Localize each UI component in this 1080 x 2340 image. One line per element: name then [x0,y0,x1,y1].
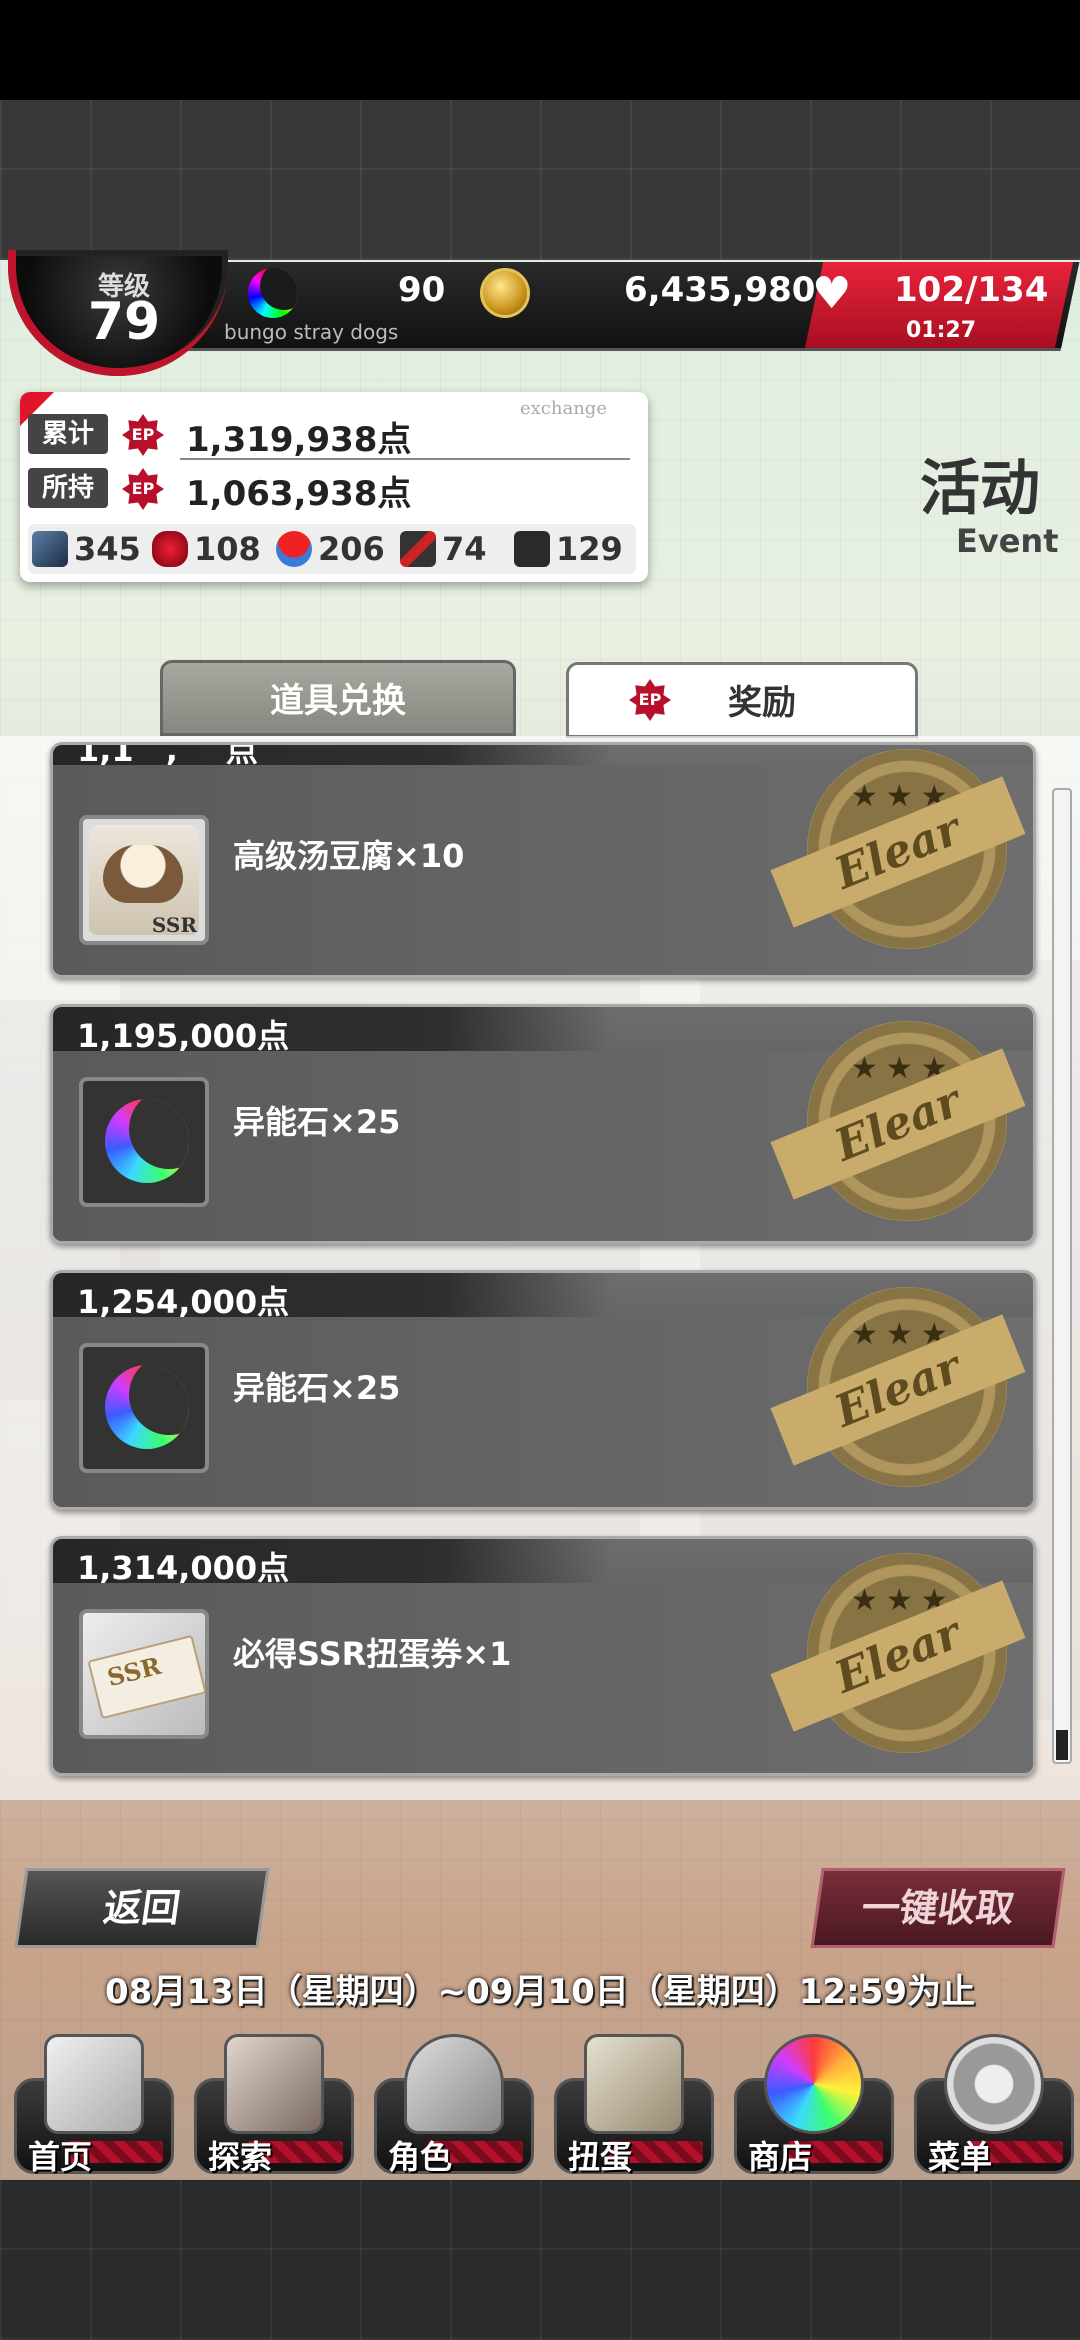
reward-row: 1,254,000点 异能石×25 ★★★ Elear [50,1270,1036,1510]
level-value: 79 [87,292,161,352]
nav-shop[interactable]: 商店 [734,2034,894,2176]
red-gem-icon [152,531,188,567]
explore-icon [224,2034,324,2134]
inventory-row: 345 108 206 74 129 [28,524,636,574]
clear-stamp: ★★★ Elear [770,1021,1026,1221]
nav-label: 商店 [748,2138,813,2176]
clear-stamp: ★★★ Elear [770,1287,1026,1487]
nav-label: 角色 [388,2138,453,2176]
nav-gacha[interactable]: 扭蛋 [554,2034,714,2176]
shirt-icon [514,531,550,567]
gem-icon [248,268,298,318]
inventory-item: 345 [32,524,141,574]
nav-characters[interactable]: 角色 [374,2034,534,2176]
event-period: 08月13日（星期四）~09月10日（星期四）12:59为止 [105,1972,975,2012]
exchange-caption: exchange [520,398,607,419]
clear-stamp: ★★★ Elear [770,1553,1026,1753]
coin-icon [480,268,530,318]
total-points-label: 累计 [28,414,108,454]
tab-rewards[interactable]: EP 奖励 [566,662,918,738]
inventory-item: 108 [152,524,261,574]
reward-name: 必得SSR扭蛋券×1 [233,1635,512,1673]
gacha-icon [584,2034,684,2134]
moon-stone-icon [105,1099,189,1183]
reward-icon-frame[interactable] [79,1077,209,1207]
held-points-label: 所持 [28,468,108,508]
coin-count: 6,435,980 [624,270,816,310]
nav-home[interactable]: 首页 [14,2034,174,2176]
reward-row: 1,1__,___点 SSR 高级汤豆腐×10 ★★★ Elear [50,742,1036,978]
rarity-tag: SSR [151,913,197,937]
mushroom-icon [276,531,312,567]
stamina-value: 102/134 [894,270,1049,310]
nav-menu[interactable]: 菜单 [914,2034,1074,2176]
characters-icon [404,2034,504,2134]
inventory-item: 74 [400,524,487,574]
game-subtitle: bungo stray dogs [224,320,399,344]
reward-name: 异能石×25 [233,1103,401,1141]
tab-rewards-label: 奖励 [728,683,796,723]
divider [180,458,630,460]
event-title: 活动 [920,454,1040,524]
nav-label: 探索 [208,2138,273,2176]
back-button[interactable]: 返回 [14,1868,270,1948]
bottom-banner-grid [0,2180,1080,2340]
reward-row: 1,314,000点 SSR 必得SSR扭蛋券×1 ★★★ Elear [50,1536,1036,1776]
scrollbar-thumb[interactable] [1056,1730,1068,1760]
reward-name: 异能石×25 [233,1369,401,1407]
clear-stamp: ★★★ Elear [770,749,1026,949]
tab-item-exchange[interactable]: 道具兑换 [160,660,516,736]
event-subtitle: Event [956,522,1059,560]
nav-label: 菜单 [928,2138,993,2176]
total-points-value: 1,319,938点 [186,420,412,460]
reward-icon-frame[interactable] [79,1343,209,1473]
shop-icon [764,2034,864,2134]
gem-count: 90 [398,270,446,310]
reward-name: 高级汤豆腐×10 [233,837,465,875]
reward-icon-frame[interactable]: SSR [79,1609,209,1739]
menu-icon [944,2034,1044,2134]
held-points-value: 1,063,938点 [186,474,412,514]
heart-icon: ♥ [812,268,852,319]
nav-label: 扭蛋 [568,2138,633,2176]
inventory-item: 206 [276,524,385,574]
moon-stone-icon [105,1365,189,1449]
reward-icon-frame[interactable]: SSR [79,815,209,945]
nav-explore[interactable]: 探索 [194,2034,354,2176]
ep-icon: EP [629,679,671,721]
collect-all-button[interactable]: 一键收取 [810,1868,1066,1948]
nav-label: 首页 [28,2138,93,2176]
top-banner-grid [0,100,1080,260]
inventory-item: 129 [514,524,623,574]
stick-icon [400,531,436,567]
system-status-bar [0,0,1080,100]
stamina-timer: 01:27 [906,318,977,343]
reward-row: 1,195,000点 异能石×25 ★★★ Elear [50,1004,1036,1244]
card-icon [32,531,68,567]
scrollbar[interactable] [1052,788,1072,1764]
home-icon [44,2034,144,2134]
